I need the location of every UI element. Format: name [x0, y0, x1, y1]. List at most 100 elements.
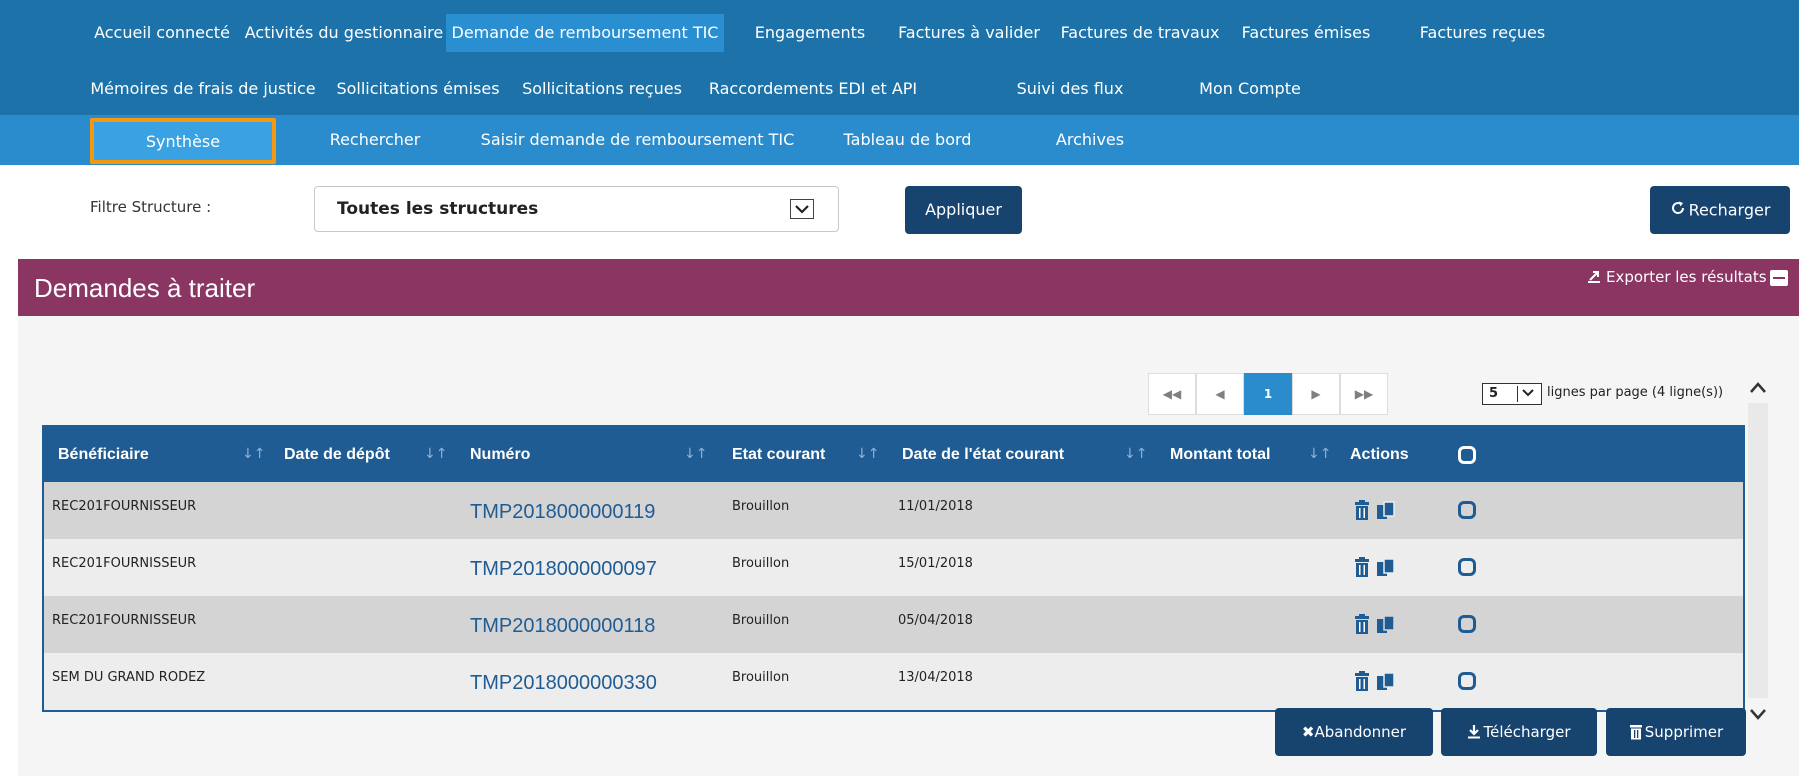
pagination-current-page[interactable]: 1 — [1244, 373, 1292, 415]
copy-icon[interactable] — [1376, 671, 1396, 693]
trash-icon — [1629, 711, 1643, 759]
chevron-down-icon — [1517, 386, 1539, 402]
table-row[interactable]: REC201FOURNISSEUR TMP2018000000118 Broui… — [44, 596, 1743, 653]
panel-title: Demandes à traiter — [34, 273, 256, 303]
scroll-up-icon[interactable] — [1748, 375, 1768, 400]
copy-icon[interactable] — [1376, 557, 1396, 579]
cell-beneficiaire: REC201FOURNISSEUR — [52, 499, 197, 514]
nav-factures-a-valider[interactable]: Factures à valider — [890, 14, 1048, 52]
page-size-info: lignes par page (4 ligne(s)) — [1547, 385, 1724, 400]
cell-beneficiaire: SEM DU GRAND RODEZ — [52, 670, 206, 685]
first-page-icon[interactable]: ◀◀ — [1148, 373, 1196, 415]
copy-icon[interactable] — [1376, 500, 1396, 522]
row-checkbox-icon[interactable] — [1458, 672, 1476, 690]
column-header-date-depot[interactable]: Date de dépôt — [284, 427, 390, 482]
subnav-saisir-demande[interactable]: Saisir demande de remboursement TIC — [465, 115, 810, 165]
copy-icon[interactable] — [1376, 614, 1396, 636]
column-header-montant-total[interactable]: Montant total — [1170, 427, 1270, 482]
cell-date-etat: 13/04/2018 — [898, 670, 973, 685]
nav-demande-remboursement-tic[interactable]: Demande de remboursement TIC — [446, 14, 724, 52]
trash-icon[interactable] — [1352, 500, 1372, 522]
export-results-label: Exporter les résultats — [1606, 268, 1767, 286]
download-button[interactable]: Télécharger — [1441, 708, 1597, 756]
next-page-icon[interactable]: ▶ — [1292, 373, 1340, 415]
trash-icon[interactable] — [1352, 614, 1372, 636]
column-header-actions: Actions — [1350, 446, 1409, 463]
last-page-icon[interactable]: ▶▶ — [1340, 373, 1388, 415]
abandon-button[interactable]: ✖Abandonner — [1275, 708, 1433, 756]
apply-button-label: Appliquer — [925, 200, 1002, 219]
structure-select[interactable]: Toutes les structures — [314, 186, 839, 232]
table-header: Bénéficiaire ↓↑ Date de dépôt ↓↑ Numéro … — [44, 427, 1743, 482]
sort-icon[interactable]: ↓↑ — [684, 427, 707, 482]
cell-numero-link[interactable]: TMP2018000000097 — [470, 558, 657, 581]
cell-etat: Brouillon — [732, 613, 790, 628]
requests-table: Bénéficiaire ↓↑ Date de dépôt ↓↑ Numéro … — [42, 425, 1745, 712]
abandon-button-label: Abandonner — [1314, 723, 1407, 741]
cell-numero-link[interactable]: TMP2018000000118 — [470, 615, 655, 638]
subnav-synthese[interactable]: Synthèse — [90, 118, 276, 164]
scrollbar-track[interactable] — [1748, 403, 1768, 698]
export-results-link[interactable]: Exporter les résultats — [1586, 268, 1767, 288]
cell-date-etat: 05/04/2018 — [898, 613, 973, 628]
cell-date-etat: 11/01/2018 — [898, 499, 973, 514]
refresh-icon — [1670, 187, 1686, 235]
column-header-beneficiaire[interactable]: Bénéficiaire — [58, 427, 149, 482]
structure-select-value: Toutes les structures — [337, 199, 539, 219]
sort-icon[interactable]: ↓↑ — [1308, 427, 1331, 482]
sub-navigation: Synthèse Rechercher Saisir demande de re… — [0, 115, 1799, 165]
reload-button[interactable]: Recharger — [1650, 186, 1790, 234]
trash-icon[interactable] — [1352, 671, 1372, 693]
prev-page-icon[interactable]: ◀ — [1196, 373, 1244, 415]
nav-factures-recues[interactable]: Factures reçues — [1395, 14, 1570, 52]
sort-icon[interactable]: ↓↑ — [856, 427, 879, 482]
nav-sollicitations-emises[interactable]: Sollicitations émises — [326, 70, 510, 108]
row-checkbox-icon[interactable] — [1458, 558, 1476, 576]
row-checkbox-icon[interactable] — [1458, 501, 1476, 519]
cell-etat: Brouillon — [732, 670, 790, 685]
table-row[interactable]: SEM DU GRAND RODEZ TMP2018000000330 Brou… — [44, 653, 1743, 710]
cell-date-etat: 15/01/2018 — [898, 556, 973, 571]
cell-numero-link[interactable]: TMP2018000000119 — [470, 501, 655, 524]
nav-mon-compte[interactable]: Mon Compte — [1180, 70, 1320, 108]
nav-suivi-flux[interactable]: Suivi des flux — [1000, 70, 1140, 108]
column-header-date-etat-courant[interactable]: Date de l'état courant — [902, 427, 1064, 482]
nav-factures-emises[interactable]: Factures émises — [1230, 14, 1382, 52]
delete-button[interactable]: Supprimer — [1606, 708, 1746, 756]
cell-numero-link[interactable]: TMP2018000000330 — [470, 672, 657, 695]
nav-factures-travaux[interactable]: Factures de travaux — [1050, 14, 1230, 52]
column-header-etat-courant[interactable]: Etat courant — [732, 427, 825, 482]
nav-raccordements-edi-api[interactable]: Raccordements EDI et API — [694, 70, 932, 108]
collapse-icon[interactable] — [1770, 270, 1788, 286]
table-row[interactable]: REC201FOURNISSEUR TMP2018000000097 Broui… — [44, 539, 1743, 596]
main-navigation: Accueil connecté Activités du gestionnai… — [0, 0, 1799, 115]
filter-structure-label: Filtre Structure : — [90, 198, 212, 216]
nav-engagements[interactable]: Engagements — [735, 14, 885, 52]
delete-button-label: Supprimer — [1644, 723, 1724, 741]
sort-icon[interactable]: ↓↑ — [1124, 427, 1147, 482]
nav-sollicitations-recues[interactable]: Sollicitations reçues — [512, 70, 692, 108]
subnav-archives[interactable]: Archives — [1030, 115, 1150, 165]
row-checkbox-icon[interactable] — [1458, 615, 1476, 633]
cell-beneficiaire: REC201FOURNISSEUR — [52, 613, 197, 628]
close-icon: ✖ — [1301, 723, 1315, 741]
select-all-checkbox-icon[interactable] — [1458, 446, 1476, 464]
chevron-down-icon — [790, 199, 814, 219]
nav-accueil[interactable]: Accueil connecté — [82, 14, 242, 52]
main-nav-row-1: Accueil connecté Activités du gestionnai… — [0, 14, 1799, 52]
nav-memoires-frais-justice[interactable]: Mémoires de frais de justice — [82, 70, 324, 108]
sort-icon[interactable]: ↓↑ — [424, 427, 447, 482]
sort-icon[interactable]: ↓↑ — [242, 427, 265, 482]
subnav-tableau-de-bord[interactable]: Tableau de bord — [830, 115, 985, 165]
page-size-select[interactable]: 5 — [1482, 383, 1542, 405]
trash-icon[interactable] — [1352, 557, 1372, 579]
export-icon — [1586, 270, 1602, 288]
column-header-numero[interactable]: Numéro — [470, 427, 530, 482]
scroll-down-icon[interactable] — [1748, 702, 1768, 727]
subnav-rechercher[interactable]: Rechercher — [300, 115, 450, 165]
table-row[interactable]: REC201FOURNISSEUR TMP2018000000119 Broui… — [44, 482, 1743, 539]
nav-activites[interactable]: Activités du gestionnaire — [244, 14, 444, 52]
reload-button-label: Recharger — [1688, 200, 1771, 220]
cell-etat: Brouillon — [732, 556, 790, 571]
apply-button[interactable]: Appliquer — [905, 186, 1022, 234]
